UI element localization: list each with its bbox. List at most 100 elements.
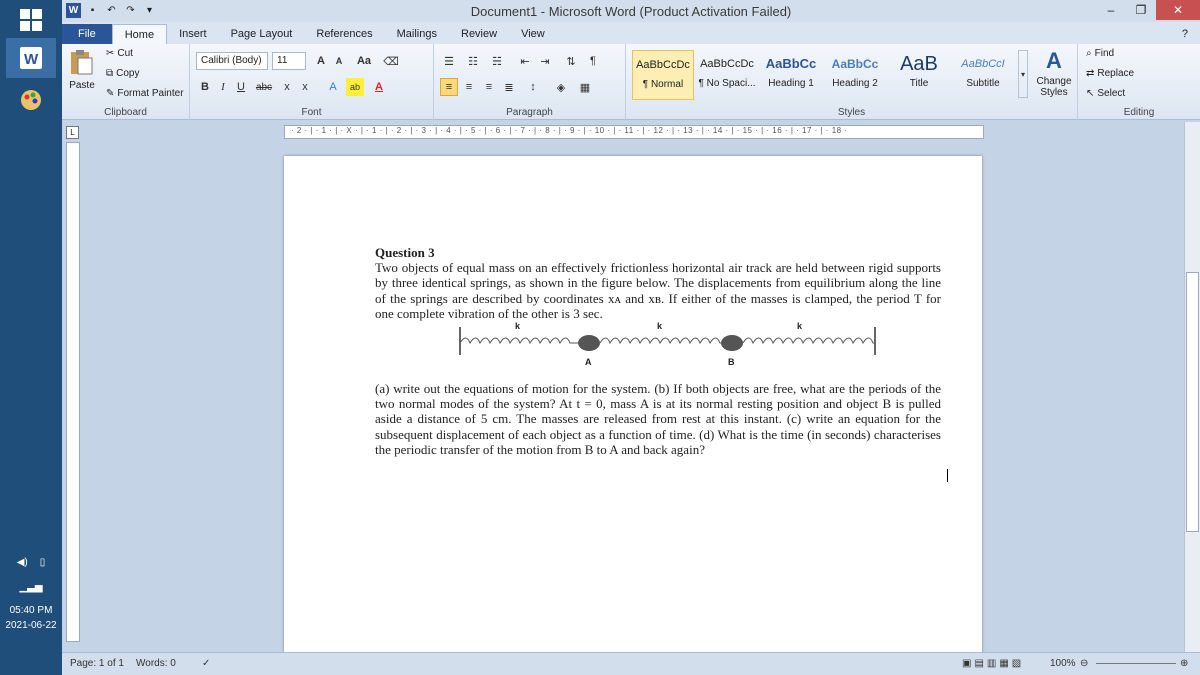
tab-insert[interactable]: Insert <box>167 24 219 44</box>
font-group-label: Font <box>301 107 322 118</box>
vertical-scrollbar[interactable] <box>1184 122 1200 652</box>
strikethrough-button[interactable]: abc <box>252 78 276 96</box>
word-taskbar-icon[interactable]: W <box>6 38 56 78</box>
replace-icon: ⇄ <box>1086 68 1095 79</box>
style-heading-1[interactable]: AaBbCc Heading 1 <box>760 50 822 100</box>
select-button[interactable]: ↖ Select <box>1086 88 1125 99</box>
font-color-icon[interactable]: A <box>370 78 388 96</box>
system-tray: ◀) ▯ ▁▃▅ 05:40 PM 2021-06-22 <box>0 555 62 675</box>
tab-mailings[interactable]: Mailings <box>385 24 449 44</box>
style-heading-2[interactable]: AaBbCc Heading 2 <box>824 50 886 100</box>
tab-home[interactable]: Home <box>111 24 168 44</box>
align-left-icon[interactable]: ≡ <box>440 78 458 96</box>
close-button[interactable]: ✕ <box>1156 0 1200 20</box>
page-count[interactable]: Page: 1 of 1 <box>70 658 124 669</box>
battery-icon[interactable]: ▯ <box>40 557 46 568</box>
minimize-button[interactable]: – <box>1096 0 1126 20</box>
vertical-ruler[interactable] <box>66 142 80 642</box>
paint-taskbar-icon[interactable] <box>6 80 56 120</box>
document-body[interactable]: Question 3 Two objects of equal mass on … <box>375 245 941 457</box>
zoom-level[interactable]: 100% <box>1050 658 1076 669</box>
underline-button[interactable]: U <box>232 78 250 96</box>
align-right-icon[interactable]: ≡ <box>480 78 498 96</box>
question-paragraph-2: (a) write out the equations of motion fo… <box>375 381 941 457</box>
zoom-slider[interactable] <box>1096 663 1176 664</box>
style-normal[interactable]: AaBbCcDc ¶ Normal <box>632 50 694 100</box>
word-count[interactable]: Words: 0 <box>136 658 176 669</box>
vertical-scroll-thumb[interactable] <box>1186 272 1199 532</box>
taskbar: W ◀) ▯ ▁▃▅ 05:40 PM 2021-06-22 <box>0 0 62 675</box>
show-marks-icon[interactable]: ¶ <box>584 52 602 70</box>
italic-button[interactable]: I <box>214 78 232 96</box>
tab-page-layout[interactable]: Page Layout <box>219 24 305 44</box>
volume-icon[interactable]: ◀) <box>17 557 28 568</box>
find-icon: ⌕ <box>1086 48 1092 59</box>
paste-icon <box>71 50 93 75</box>
highlight-icon[interactable]: ab <box>346 78 364 96</box>
styles-scroll-icon[interactable]: ▾ <box>1018 50 1028 98</box>
select-icon: ↖ <box>1086 88 1095 99</box>
zoom-in-icon[interactable]: ⊕ <box>1180 658 1188 669</box>
style-no-spacing[interactable]: AaBbCcDc ¶ No Spaci... <box>696 50 758 100</box>
style-title[interactable]: AaB Title <box>888 50 950 100</box>
format-painter-button[interactable]: ✎ Format Painter <box>106 88 184 99</box>
editing-group: ⌕ Find ⇄ Replace ↖ Select Editing <box>1078 44 1200 120</box>
tab-review[interactable]: Review <box>449 24 509 44</box>
font-name-combo[interactable]: Calibri (Body) <box>196 52 268 70</box>
bold-button[interactable]: B <box>196 78 214 96</box>
align-center-icon[interactable]: ≡ <box>460 78 478 96</box>
styles-group: AaBbCcDc ¶ Normal AaBbCcDc ¶ No Spaci... A… <box>626 44 1078 120</box>
copy-button[interactable]: ⧉ Copy <box>106 68 140 79</box>
zoom-out-icon[interactable]: ⊖ <box>1080 658 1088 669</box>
view-buttons[interactable]: ▣▤▥▦▧ <box>962 658 1024 669</box>
mass-a-label: A <box>585 357 592 368</box>
shading-icon[interactable]: ◈ <box>552 78 570 96</box>
line-spacing-icon[interactable]: ↕ <box>524 78 542 96</box>
clock-date[interactable]: 2021-06-22 <box>0 620 62 631</box>
help-icon[interactable]: ? <box>1170 24 1200 44</box>
superscript-button[interactable]: x <box>296 78 314 96</box>
cut-button[interactable]: ✂ Cut <box>106 48 133 59</box>
horizontal-ruler[interactable]: · 2 · | · 1 · | · X · | · 1 · | · 2 · | … <box>284 125 984 139</box>
decrease-indent-icon[interactable]: ⇤ <box>516 52 534 70</box>
clear-formatting-icon[interactable]: ⌫ <box>382 52 400 70</box>
shrink-font-button[interactable]: A <box>330 52 348 70</box>
change-styles-button[interactable]: A Change Styles <box>1034 48 1074 98</box>
increase-indent-icon[interactable]: ⇥ <box>536 52 554 70</box>
tab-view[interactable]: View <box>509 24 557 44</box>
spring-mass-figure: k k k A B <box>375 321 941 377</box>
spring-label-middle: k <box>657 321 663 332</box>
clipboard-group-label: Clipboard <box>104 107 147 118</box>
numbering-icon[interactable]: ☷ <box>464 52 482 70</box>
tab-references[interactable]: References <box>304 24 384 44</box>
grow-font-button[interactable]: A <box>312 52 330 70</box>
paste-button[interactable]: Paste <box>68 48 96 91</box>
brush-icon: ✎ <box>106 88 115 99</box>
text-effects-icon[interactable]: A <box>324 78 342 96</box>
bullets-icon[interactable]: ☰ <box>440 52 458 70</box>
tab-selector[interactable]: L <box>66 126 79 139</box>
document-page[interactable]: Question 3 Two objects of equal mass on … <box>284 156 982 656</box>
replace-button[interactable]: ⇄ Replace <box>1086 68 1134 79</box>
borders-icon[interactable]: ▦ <box>576 78 594 96</box>
style-subtitle[interactable]: AaBbCcI Subtitle <box>952 50 1014 100</box>
clipboard-group: Paste ✂ Cut ⧉ Copy ✎ Format Painter Clipboa… <box>62 44 190 120</box>
ribbon-tabs: File Home Insert Page Layout References … <box>62 22 1200 44</box>
signal-icon[interactable]: ▁▃▅ <box>0 582 62 593</box>
scissors-icon: ✂ <box>106 48 115 59</box>
multilevel-list-icon[interactable]: ☵ <box>488 52 506 70</box>
start-button[interactable] <box>8 6 54 34</box>
find-button[interactable]: ⌕ Find <box>1086 48 1114 59</box>
proofing-icon[interactable]: ✓ <box>202 658 210 669</box>
tab-file[interactable]: File <box>62 24 112 44</box>
justify-icon[interactable]: ≣ <box>500 78 518 96</box>
font-size-combo[interactable]: 11 <box>272 52 306 70</box>
spring-right <box>742 337 875 345</box>
restore-button[interactable]: ❐ <box>1126 0 1156 20</box>
clock-time[interactable]: 05:40 PM <box>0 605 62 616</box>
change-case-button[interactable]: Aa <box>352 52 376 70</box>
subscript-button[interactable]: x <box>278 78 296 96</box>
spring-label-left: k <box>515 321 521 332</box>
paragraph-group-label: Paragraph <box>506 107 553 118</box>
sort-icon[interactable]: ⇅ <box>562 52 580 70</box>
